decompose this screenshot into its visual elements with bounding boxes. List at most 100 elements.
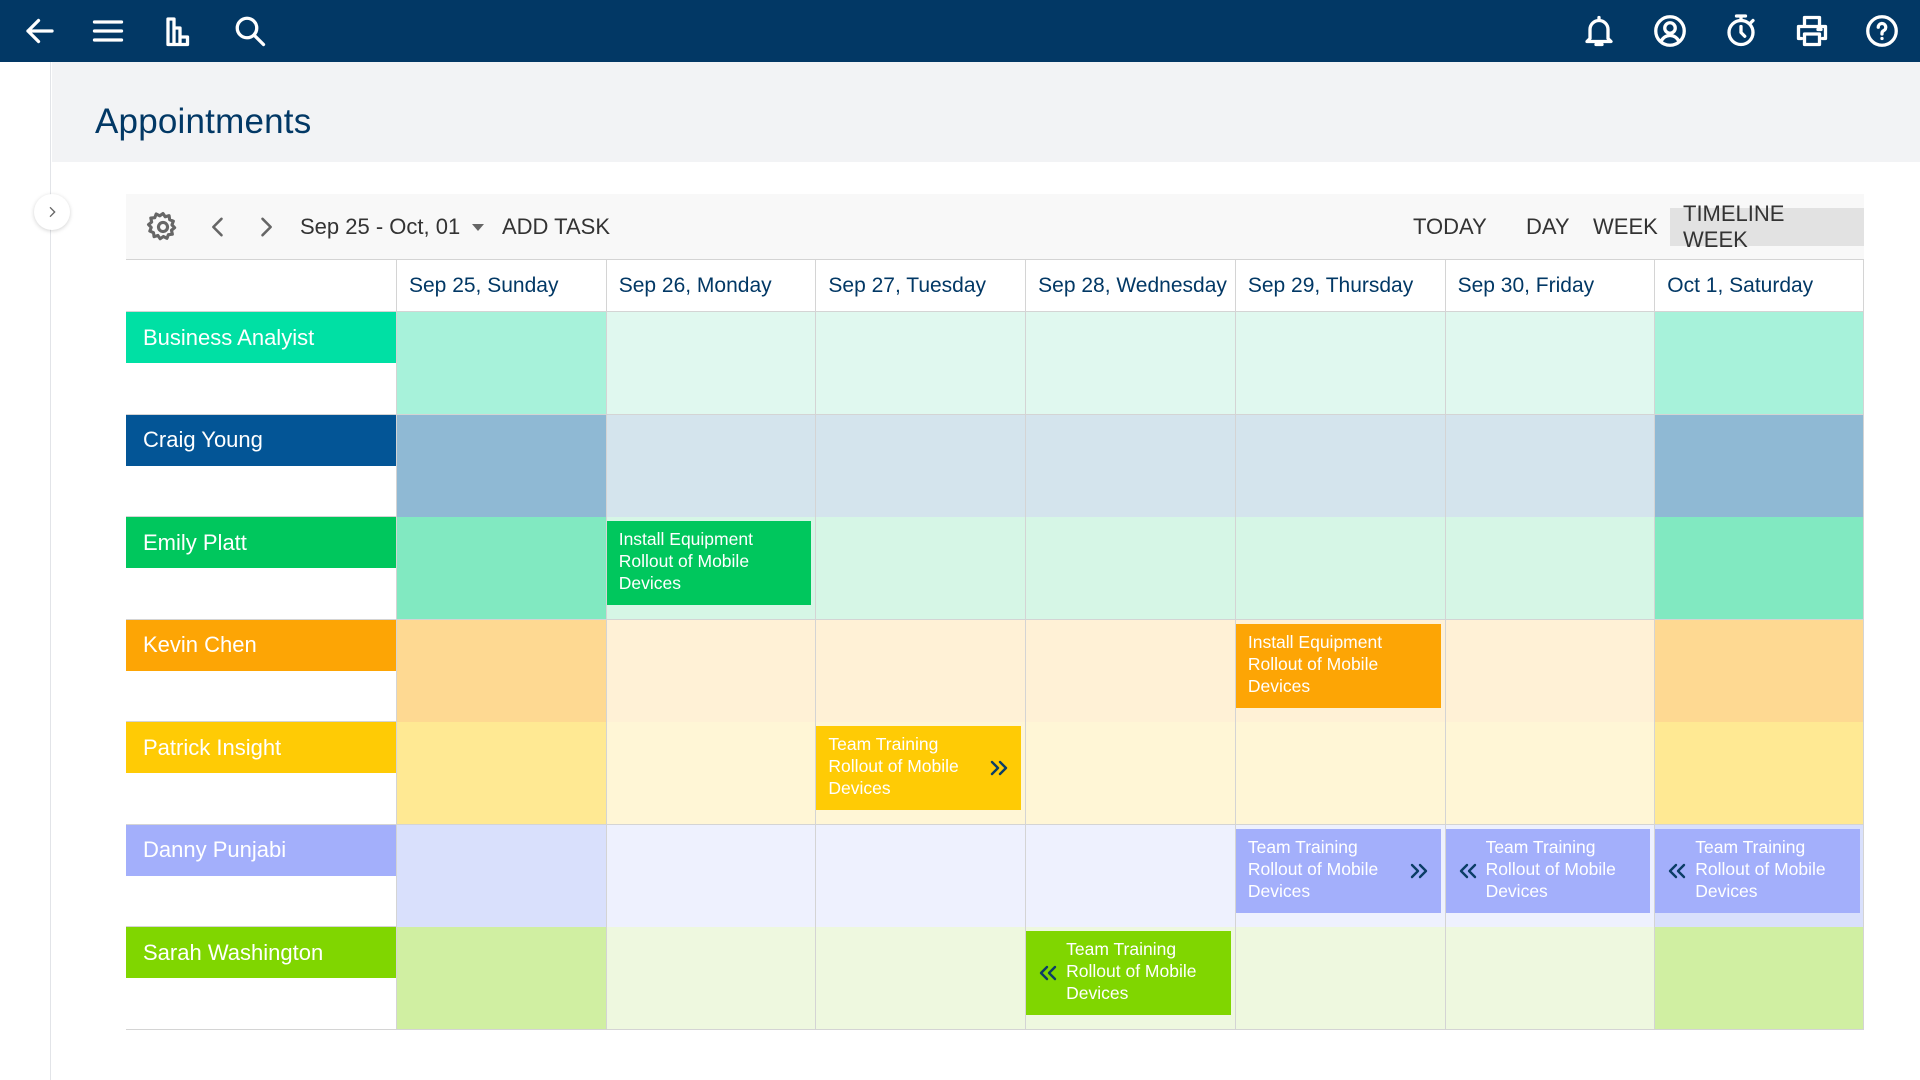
previous-week-button[interactable] bbox=[204, 194, 232, 260]
back-arrow-icon[interactable] bbox=[18, 9, 62, 53]
resource-label[interactable]: Kevin Chen bbox=[126, 619, 396, 671]
add-task-button[interactable]: ADD TASK bbox=[502, 194, 610, 260]
time-slot-cell[interactable] bbox=[815, 619, 1026, 722]
help-icon[interactable] bbox=[1860, 9, 1904, 53]
expand-sidebar-button[interactable] bbox=[34, 194, 70, 230]
print-icon[interactable] bbox=[1790, 9, 1834, 53]
view-week-label: WEEK bbox=[1593, 214, 1658, 239]
time-slot-cell[interactable] bbox=[396, 619, 606, 722]
resource-row: Kevin Chen Install Equipment Rollout of Mo… bbox=[126, 619, 1864, 722]
time-slot-cell[interactable] bbox=[1444, 517, 1655, 619]
time-slot-cell[interactable] bbox=[605, 619, 816, 722]
time-slot-cell[interactable] bbox=[815, 927, 1026, 1029]
time-slot-cell[interactable] bbox=[815, 517, 1026, 619]
time-slot-cell[interactable] bbox=[605, 824, 816, 927]
time-slot-cell[interactable] bbox=[1234, 414, 1445, 517]
time-slot-cell[interactable] bbox=[1234, 722, 1445, 824]
time-slot-cell[interactable] bbox=[1654, 414, 1864, 517]
resource-label[interactable]: Sarah Washington bbox=[126, 927, 396, 978]
event-text-line1: Install Equipment bbox=[1247, 631, 1383, 652]
time-slot-cell[interactable] bbox=[605, 927, 816, 1029]
time-slot-cell[interactable] bbox=[815, 824, 1026, 927]
time-slot-cell[interactable] bbox=[815, 312, 1026, 414]
time-slot-cell[interactable] bbox=[1444, 414, 1655, 517]
time-slot-cell[interactable] bbox=[1444, 722, 1655, 824]
scheduler-toolbar: Sep 25 - Oct, 01 ADD TASK TODAY DAY WEEK… bbox=[126, 194, 1864, 260]
reports-icon[interactable] bbox=[158, 9, 202, 53]
time-slot-cell[interactable] bbox=[1654, 619, 1864, 722]
resource-label[interactable]: Craig Young bbox=[126, 414, 396, 466]
time-slot-cell[interactable] bbox=[1234, 312, 1445, 414]
settings-button[interactable] bbox=[146, 194, 180, 260]
event-text-line2: Rollout of Mobile bbox=[1247, 653, 1379, 674]
view-day-label: DAY bbox=[1526, 214, 1570, 239]
chevron-right-icon bbox=[261, 217, 272, 237]
view-timeline-week-label: TIMELINE WEEK bbox=[1683, 201, 1785, 252]
time-slot-cell[interactable] bbox=[1444, 312, 1655, 414]
time-slot-cell[interactable] bbox=[396, 722, 606, 824]
time-slot-cell[interactable] bbox=[396, 517, 606, 619]
appointment-event[interactable]: Install Equipment Rollout of Mobile Device… bbox=[1235, 623, 1441, 708]
time-slot-cell[interactable] bbox=[1654, 927, 1864, 1029]
time-slot-cell[interactable] bbox=[396, 824, 606, 927]
day-header: Sep 30, Friday bbox=[1444, 260, 1655, 312]
time-slot-cell[interactable] bbox=[1234, 517, 1445, 619]
time-slot-cell[interactable] bbox=[605, 414, 816, 517]
time-slot-cell[interactable] bbox=[1444, 619, 1655, 722]
time-slot-cell[interactable] bbox=[1234, 927, 1445, 1029]
resource-row: Sarah Washington Team Training Rollout of … bbox=[126, 927, 1864, 1030]
appointment-event[interactable]: Team Training Rollout of Mobile Devices bbox=[1445, 828, 1651, 913]
next-week-button[interactable] bbox=[252, 194, 280, 260]
time-slot-cell[interactable] bbox=[1654, 517, 1864, 619]
view-week-button[interactable]: WEEK bbox=[1581, 208, 1670, 246]
event-text-line3: Devices bbox=[1695, 880, 1758, 901]
time-slot-cell[interactable] bbox=[1025, 414, 1235, 517]
notifications-bell-icon[interactable] bbox=[1577, 9, 1621, 53]
scheduler: Sep 25 - Oct, 01 ADD TASK TODAY DAY WEEK… bbox=[126, 194, 1864, 1030]
time-slot-cell[interactable] bbox=[605, 312, 816, 414]
today-button[interactable]: TODAY bbox=[1413, 194, 1487, 260]
time-slot-cell[interactable] bbox=[1444, 927, 1655, 1029]
event-text-line1: Team Training bbox=[1485, 836, 1596, 857]
appointment-event[interactable]: Team Training Rollout of Mobile Devices bbox=[816, 726, 1022, 810]
date-range-label: Sep 25 - Oct, 01 bbox=[300, 214, 461, 239]
time-slot-cell[interactable] bbox=[1025, 312, 1235, 414]
resource-row: Craig Young bbox=[126, 414, 1864, 517]
date-range-dropdown[interactable]: Sep 25 - Oct, 01 bbox=[300, 194, 485, 260]
search-icon[interactable] bbox=[228, 9, 272, 53]
view-timeline-week-button[interactable]: TIMELINE WEEK bbox=[1670, 201, 1864, 252]
time-slot-cell[interactable] bbox=[1654, 722, 1864, 824]
appointment-event[interactable]: Team Training Rollout of Mobile Devices bbox=[1655, 828, 1860, 913]
time-slot-cell[interactable] bbox=[396, 927, 606, 1029]
time-slot-cell[interactable] bbox=[1025, 824, 1235, 927]
resource-row: Business Analyist bbox=[126, 312, 1864, 415]
event-text-line1: Team Training bbox=[1695, 836, 1806, 857]
appointment-event[interactable]: Team Training Rollout of Mobile Devices bbox=[1235, 828, 1441, 913]
time-slot-cell[interactable] bbox=[815, 414, 1026, 517]
event-text-line2: Rollout of Mobile bbox=[618, 551, 750, 571]
appointment-event[interactable]: Install Equipment Rollout of Mobile Device… bbox=[606, 521, 812, 605]
continues-right-icon bbox=[987, 726, 1011, 810]
time-slot-cell[interactable] bbox=[1654, 312, 1864, 414]
time-slot-cell[interactable] bbox=[1025, 722, 1235, 824]
time-slot-cell[interactable] bbox=[605, 722, 816, 824]
view-day-button[interactable]: DAY bbox=[1514, 208, 1582, 246]
time-slot-cell[interactable] bbox=[1025, 517, 1235, 619]
appointment-event[interactable]: Team Training Rollout of Mobile Devices bbox=[1026, 931, 1231, 1015]
time-slot-cell[interactable] bbox=[396, 414, 606, 517]
time-slot-cell[interactable] bbox=[1025, 619, 1235, 722]
time-slot-cell[interactable] bbox=[396, 312, 606, 414]
menu-icon[interactable] bbox=[86, 9, 130, 53]
resource-label[interactable]: Business Analyist bbox=[126, 312, 396, 363]
day-header: Sep 25, Sunday bbox=[396, 260, 606, 312]
user-profile-icon[interactable] bbox=[1648, 9, 1692, 53]
resource-row: Patrick Insight Team Training Rollout of M… bbox=[126, 722, 1864, 825]
timer-icon[interactable] bbox=[1719, 9, 1763, 53]
resource-label[interactable]: Patrick Insight bbox=[126, 722, 396, 773]
event-text-line1: Install Equipment bbox=[618, 529, 753, 549]
day-header: Sep 29, Thursday bbox=[1234, 260, 1445, 312]
resource-rows: Business Analyist Craig Young Emily Platt I… bbox=[126, 312, 1864, 1030]
resource-label[interactable]: Emily Platt bbox=[126, 517, 396, 568]
gear-icon bbox=[146, 211, 177, 241]
resource-label[interactable]: Danny Punjabi bbox=[126, 824, 396, 876]
